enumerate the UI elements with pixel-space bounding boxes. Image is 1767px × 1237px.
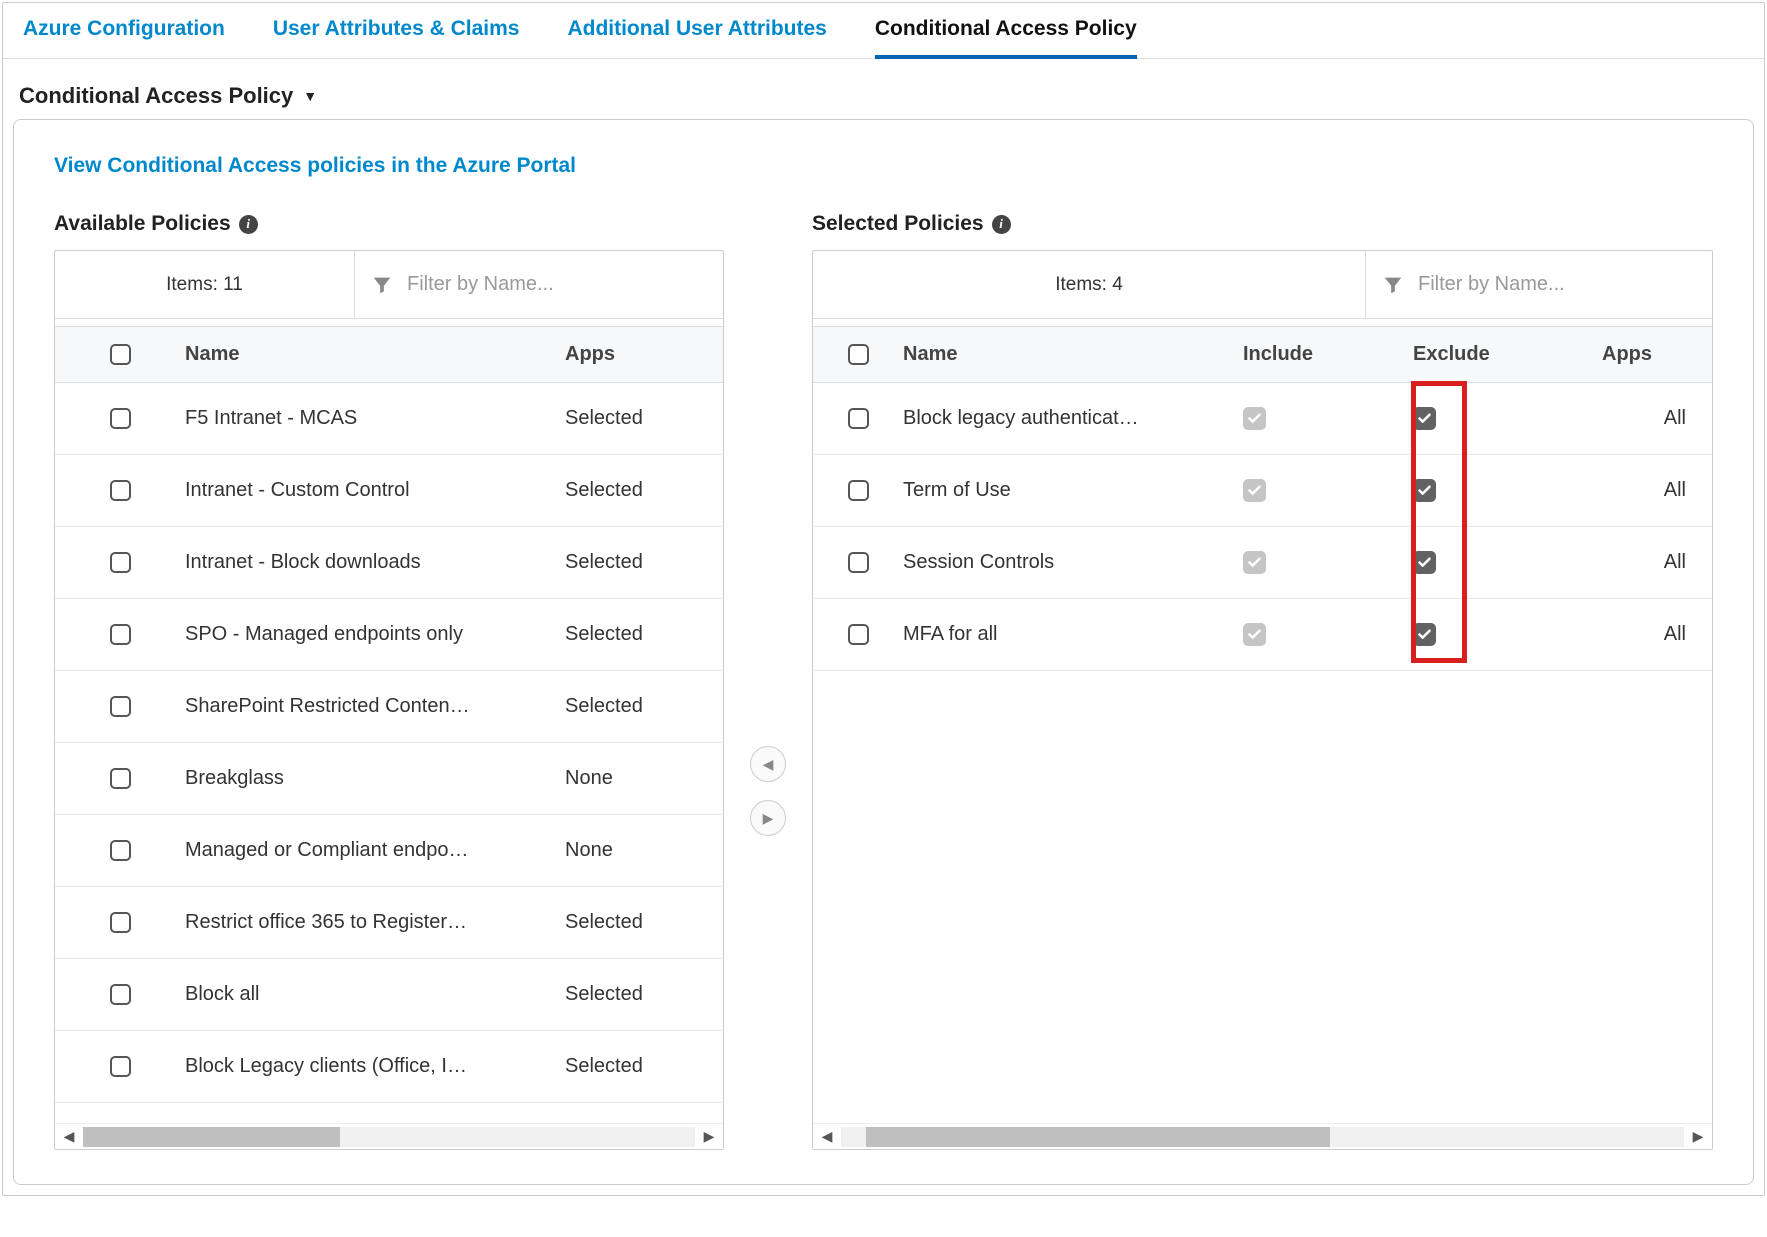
policy-apps: Selected xyxy=(565,407,717,430)
column-header-name[interactable]: Name xyxy=(185,343,565,366)
available-policies-title: Available Policies i xyxy=(54,212,724,236)
exclude-checkbox[interactable] xyxy=(1413,623,1436,646)
table-row[interactable]: F5 Intranet - MCASSelected xyxy=(55,383,723,455)
policy-name: Block Legacy clients (Office, I… xyxy=(185,1055,565,1078)
tab-user-attributes-claims[interactable]: User Attributes & Claims xyxy=(273,3,520,59)
table-row[interactable]: Intranet - Custom ControlSelected xyxy=(55,455,723,527)
table-row[interactable]: MFA for all All xyxy=(813,599,1712,671)
row-checkbox[interactable] xyxy=(110,1056,131,1077)
table-row[interactable]: Restrict office 365 to Register…Selected xyxy=(55,887,723,959)
policy-name: Block legacy authenticat… xyxy=(903,407,1243,430)
info-icon[interactable]: i xyxy=(239,215,258,234)
exclude-checkbox[interactable] xyxy=(1413,551,1436,574)
column-header-apps[interactable]: Apps xyxy=(565,343,699,366)
row-checkbox[interactable] xyxy=(848,624,869,645)
policy-name: Block all xyxy=(185,983,565,1006)
policy-apps: Selected xyxy=(565,983,717,1006)
table-row[interactable]: SharePoint Restricted Conten…Selected xyxy=(55,671,723,743)
policy-apps: Selected xyxy=(565,623,717,646)
include-checkbox[interactable] xyxy=(1243,551,1266,574)
policy-apps: All xyxy=(1593,551,1706,574)
policy-name: Restrict office 365 to Register… xyxy=(185,911,565,934)
selected-filter-input[interactable] xyxy=(1418,273,1696,296)
include-checkbox[interactable] xyxy=(1243,407,1266,430)
policy-apps: Selected xyxy=(565,551,717,574)
table-row[interactable]: Block allSelected xyxy=(55,959,723,1031)
move-right-button[interactable]: ▶ xyxy=(750,800,786,836)
policy-name: Intranet - Block downloads xyxy=(185,551,565,574)
available-filter-input[interactable] xyxy=(407,273,707,296)
row-checkbox[interactable] xyxy=(110,768,131,789)
tabs-bar: Azure Configuration User Attributes & Cl… xyxy=(3,3,1764,59)
table-row[interactable]: Managed or Compliant endpo…None xyxy=(55,815,723,887)
policy-name: SPO - Managed endpoints only xyxy=(185,623,565,646)
column-header-apps[interactable]: Apps xyxy=(1593,343,1688,366)
info-icon[interactable]: i xyxy=(992,215,1011,234)
policy-name: SharePoint Restricted Conten… xyxy=(185,695,565,718)
caret-down-icon: ▼ xyxy=(303,88,317,104)
view-in-azure-portal-link[interactable]: View Conditional Access policies in the … xyxy=(54,154,576,178)
policy-apps: None xyxy=(565,767,717,790)
column-header-name[interactable]: Name xyxy=(903,343,1243,366)
policy-apps: Selected xyxy=(565,1055,717,1078)
policy-name: Breakglass xyxy=(185,767,565,790)
policy-apps: Selected xyxy=(565,479,717,502)
available-policies-panel: Items: 11 Name Apps F5 Intrane xyxy=(54,250,724,1150)
tab-additional-user-attributes[interactable]: Additional User Attributes xyxy=(567,3,826,59)
selected-policies-panel: Items: 4 Name Include Exclude xyxy=(812,250,1713,1150)
tab-conditional-access-policy[interactable]: Conditional Access Policy xyxy=(875,3,1137,59)
column-header-include[interactable]: Include xyxy=(1243,343,1413,366)
main-panel: View Conditional Access policies in the … xyxy=(13,119,1754,1185)
table-row[interactable]: Intranet - Block downloadsSelected xyxy=(55,527,723,599)
row-checkbox[interactable] xyxy=(110,840,131,861)
policy-name: Intranet - Custom Control xyxy=(185,479,565,502)
policy-apps: Selected xyxy=(565,911,717,934)
selected-policies-title: Selected Policies i xyxy=(812,212,1713,236)
row-checkbox[interactable] xyxy=(110,984,131,1005)
row-checkbox[interactable] xyxy=(110,480,131,501)
row-checkbox[interactable] xyxy=(110,624,131,645)
section-title-dropdown[interactable]: Conditional Access Policy ▼ xyxy=(3,59,1764,119)
policy-apps: All xyxy=(1593,623,1706,646)
row-checkbox[interactable] xyxy=(848,408,869,429)
exclude-checkbox[interactable] xyxy=(1413,479,1436,502)
selected-select-all-checkbox[interactable] xyxy=(848,344,869,365)
exclude-checkbox[interactable] xyxy=(1413,407,1436,430)
table-row[interactable]: BreakglassNone xyxy=(55,743,723,815)
table-row[interactable]: Block Legacy clients (Office, I…Selected xyxy=(55,1031,723,1103)
filter-icon xyxy=(1382,274,1404,296)
table-row[interactable]: Block legacy authenticat… All xyxy=(813,383,1712,455)
include-checkbox[interactable] xyxy=(1243,623,1266,646)
table-row[interactable]: Session Controls All xyxy=(813,527,1712,599)
policy-name: Term of Use xyxy=(903,479,1243,502)
policy-name: Session Controls xyxy=(903,551,1243,574)
tab-azure-configuration[interactable]: Azure Configuration xyxy=(23,3,225,59)
column-header-exclude[interactable]: Exclude xyxy=(1413,343,1593,366)
move-left-button[interactable]: ◀ xyxy=(750,746,786,782)
filter-icon xyxy=(371,274,393,296)
policy-apps: Selected xyxy=(565,695,717,718)
available-items-count: Items: 11 xyxy=(55,251,355,318)
row-checkbox[interactable] xyxy=(110,696,131,717)
policy-name: F5 Intranet - MCAS xyxy=(185,407,565,430)
available-horizontal-scrollbar[interactable]: ◀ ▶ xyxy=(55,1123,723,1149)
row-checkbox[interactable] xyxy=(110,912,131,933)
policy-name: MFA for all xyxy=(903,623,1243,646)
policy-apps: All xyxy=(1593,479,1706,502)
row-checkbox[interactable] xyxy=(110,408,131,429)
include-checkbox[interactable] xyxy=(1243,479,1266,502)
row-checkbox[interactable] xyxy=(110,552,131,573)
row-checkbox[interactable] xyxy=(848,480,869,501)
section-title-text: Conditional Access Policy xyxy=(19,83,293,109)
selected-items-count: Items: 4 xyxy=(813,251,1366,318)
table-row[interactable]: SPO - Managed endpoints onlySelected xyxy=(55,599,723,671)
selected-horizontal-scrollbar[interactable]: ◀ ▶ xyxy=(813,1123,1712,1149)
row-checkbox[interactable] xyxy=(848,552,869,573)
policy-apps: None xyxy=(565,839,717,862)
policy-apps: All xyxy=(1593,407,1706,430)
table-row[interactable]: Term of Use All xyxy=(813,455,1712,527)
policy-name: Managed or Compliant endpo… xyxy=(185,839,565,862)
available-select-all-checkbox[interactable] xyxy=(110,344,131,365)
